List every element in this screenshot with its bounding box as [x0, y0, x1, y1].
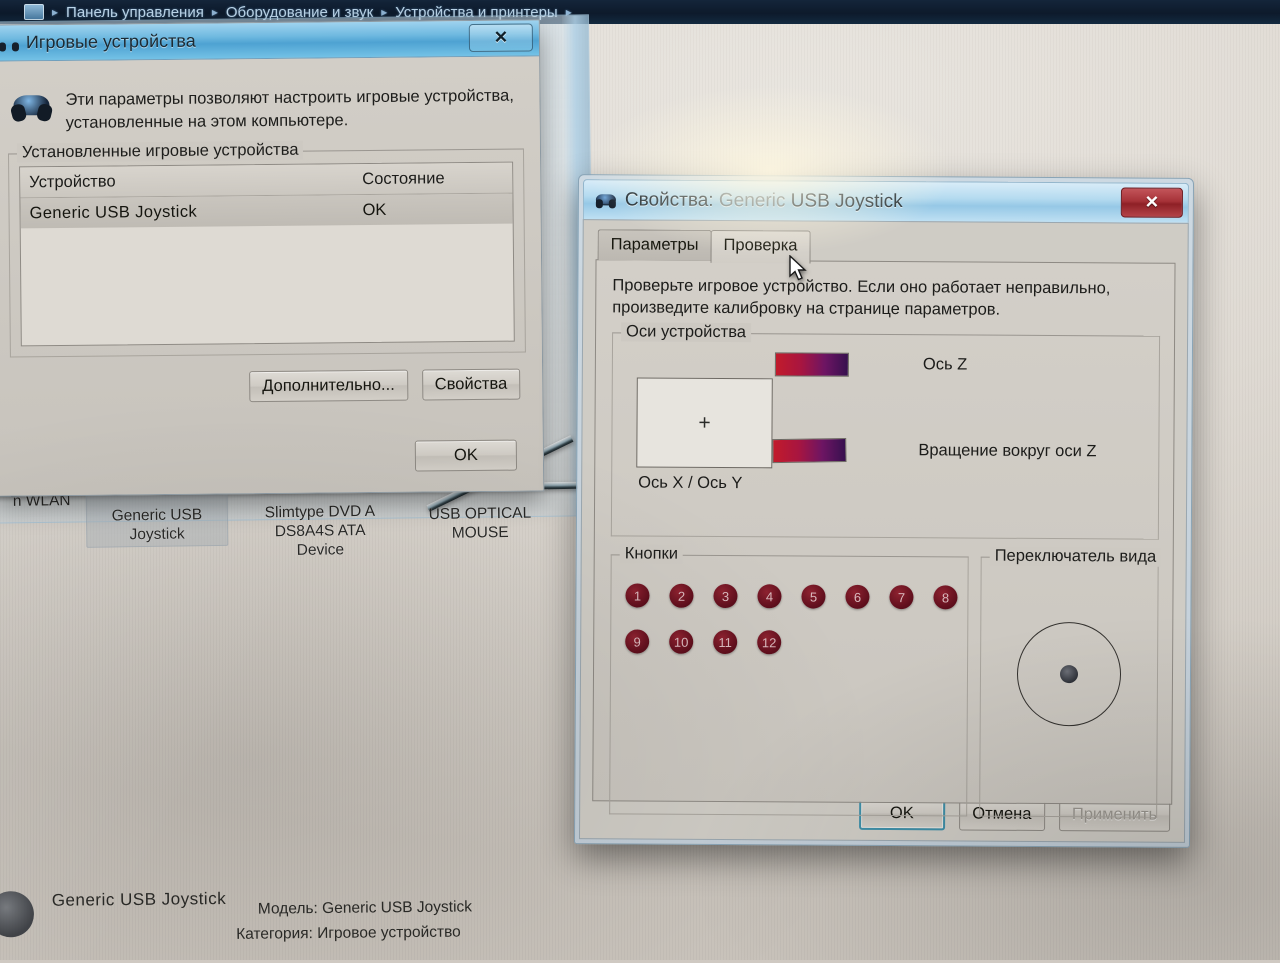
close-icon[interactable]: ✕ [1120, 187, 1183, 218]
device-axes-inner: + Ось X / Ось Y Ось Z Вращение вокруг ос… [622, 345, 1149, 528]
installed-devices-group-title: Установленные игровые устройства [16, 140, 304, 163]
device-tile-usb-optical-mouse[interactable]: USB OPTICAL MOUSE [410, 484, 551, 543]
device-tile-dvd-label: Slimtype DVD A DS8A4S ATA Device [264, 502, 376, 559]
cell-device-name: Generic USB Joystick [29, 202, 198, 222]
button-indicator-8: 8 [933, 585, 958, 610]
device-axes-group-title: Оси устройства [621, 322, 752, 343]
properties-title-device: Generic [718, 189, 786, 211]
ok-button[interactable]: OK [414, 439, 518, 472]
device-axes-group: Оси устройства + Ось X / Ось Y Ось Z Вра… [610, 322, 1161, 540]
button-indicator-1: 1 [625, 583, 650, 608]
cell-device-status: OK [362, 200, 387, 219]
button-indicator-2: 2 [669, 583, 694, 608]
z-axis-bar [774, 352, 849, 377]
game-controllers-ok-row: OK [9, 439, 518, 476]
breadcrumb-separator-1: ▸ [211, 5, 218, 19]
breadcrumb-item-control-panel[interactable]: Панель управления [66, 4, 204, 21]
game-controllers-titlebar[interactable]: Игровые устройства ✕ [0, 20, 540, 86]
game-controllers-body: Эти параметры позволяют настроить игровы… [0, 56, 544, 496]
device-thumbnail-icon [0, 890, 35, 938]
z-axis-label: Ось Z [922, 355, 968, 374]
device-tile-mouse-label: USB OPTICAL MOUSE [428, 504, 532, 542]
breadcrumb-separator-0: ▸ [52, 5, 59, 19]
device-details-pane: Generic USB Joystick Модель: Generic USB… [0, 877, 640, 963]
properties-titlebar[interactable]: Свойства: Generic USB Joystick ✕ [582, 179, 1190, 223]
mouse-cursor-icon [789, 255, 807, 281]
details-device-title: Generic USB Joystick [51, 888, 227, 910]
game-controllers-intro-text: Эти параметры позволяют настроить игровы… [65, 86, 514, 132]
properties-button[interactable]: Свойства [421, 368, 521, 401]
button-indicator-grid: 1 2 3 4 5 6 7 8 9 10 11 12 [625, 583, 958, 655]
z-rotation-label: Вращение вокруг оси Z [918, 441, 1097, 461]
game-controllers-action-buttons: Дополнительно... Свойства [8, 368, 521, 405]
pov-hat-center-dot [1059, 665, 1079, 684]
installed-devices-listbox[interactable]: Устройство Состояние Generic USB Joystic… [19, 161, 515, 347]
details-category: Категория: Игровое устройство [236, 923, 461, 943]
laptop-screen: ▸ Панель управления ▸ Оборудование и зву… [0, 0, 1280, 960]
pov-hat-dial [1016, 621, 1122, 727]
properties-tabstrip: Параметры Проверка [597, 229, 1176, 264]
pov-hat-group-title: Переключатель вида [989, 546, 1162, 567]
gamepad-icon [0, 35, 28, 86]
properties-title: Свойства: Generic USB Joystick [625, 189, 903, 213]
button-indicator-9: 9 [625, 629, 650, 654]
button-indicator-12: 12 [757, 630, 782, 655]
tab-parameters[interactable]: Параметры [597, 229, 712, 261]
button-indicator-7: 7 [889, 585, 914, 610]
game-controllers-dialog: Игровые устройства ✕ Эти параметры позво… [0, 19, 545, 497]
button-indicator-4: 4 [757, 584, 782, 609]
xy-axis-label: Ось X / Ось Y [638, 473, 743, 493]
column-header-device[interactable]: Устройство [20, 170, 356, 192]
button-indicator-row-2: 9 10 11 12 [625, 629, 957, 655]
test-hint-text: Проверьте игровое устройство. Если оно р… [612, 276, 1111, 319]
joystick-properties-dialog: Свойства: Generic USB Joystick ✕ Парамет… [573, 174, 1195, 848]
button-indicator-10: 10 [669, 629, 694, 654]
xy-crosshair-marker: + [698, 411, 711, 435]
button-indicator-5: 5 [801, 584, 826, 609]
buttons-group-title: Кнопки [619, 544, 684, 564]
control-panel-icon [24, 4, 44, 20]
pov-hat-group: Переключатель вида [979, 546, 1162, 818]
z-rotation-bar [772, 437, 847, 464]
button-indicator-6: 6 [845, 584, 870, 609]
properties-client-area: Параметры Проверка Проверьте игровое уст… [578, 219, 1189, 843]
details-model: Модель: Generic USB Joystick [257, 898, 473, 918]
game-controllers-intro: Эти параметры позволяют настроить игровы… [9, 85, 525, 136]
xy-axis-display: + [636, 377, 773, 469]
listbox-header: Устройство Состояние [20, 162, 513, 199]
gamepad-icon [595, 192, 616, 209]
gamepad-large-icon [9, 91, 54, 123]
installed-devices-group: Установленные игровые устройства Устройс… [7, 140, 526, 358]
table-row[interactable]: Generic USB Joystick OK [20, 193, 513, 229]
buttons-and-pov-row: Кнопки 1 2 3 4 5 6 7 8 9 10 11 12 Перекл… [607, 544, 1162, 818]
advanced-button[interactable]: Дополнительно... [249, 369, 408, 403]
test-tab-page: Проверьте игровое устройство. Если оно р… [592, 259, 1176, 818]
buttons-group: Кнопки 1 2 3 4 5 6 7 8 9 10 11 12 [609, 544, 969, 817]
device-tile-dvd-drive[interactable]: Slimtype DVD A DS8A4S ATA Device [249, 483, 390, 561]
button-indicator-11: 11 [713, 629, 738, 655]
close-icon[interactable]: ✕ [468, 23, 534, 53]
properties-title-device-rest: USB Joystick [790, 189, 903, 212]
game-controllers-title: Игровые устройства [25, 30, 196, 53]
button-indicator-row-1: 1 2 3 4 5 6 7 8 [625, 583, 958, 610]
column-header-status[interactable]: Состояние [356, 168, 512, 188]
button-indicator-3: 3 [713, 583, 738, 609]
device-tile-joystick-label: Generic USB Joystick [111, 506, 203, 544]
properties-title-prefix: Свойства: [624, 188, 714, 211]
